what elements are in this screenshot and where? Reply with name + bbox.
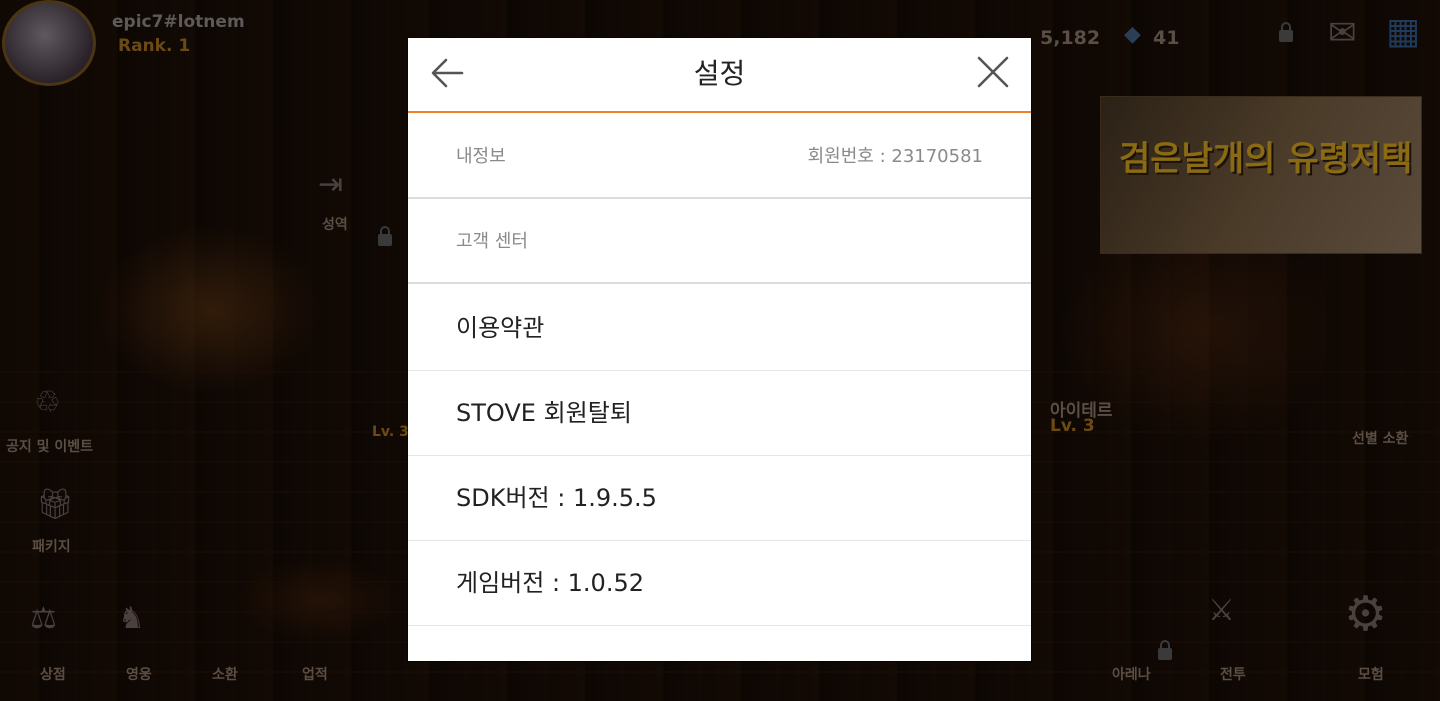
sdk-version-label: SDK버전 : 1.9.5.5 [456, 484, 657, 512]
sanctuary-label[interactable]: 성역 [322, 214, 348, 234]
stove-withdraw-label: STOVE 회원탈퇴 [456, 399, 632, 427]
crystal-icon: ◆ [1124, 22, 1141, 47]
menu-achievement[interactable]: 업적 [302, 664, 328, 684]
lock-icon [1279, 22, 1293, 42]
aither-level: Lv. 3 [1050, 416, 1095, 436]
close-button[interactable] [968, 52, 1016, 100]
my-info-label: 내정보 [456, 146, 506, 167]
sanctuary-lock-icon [378, 226, 392, 246]
adventure-icon: ⚙ [1344, 586, 1388, 642]
menu-hero[interactable]: 영웅 [126, 664, 152, 684]
menu-adventure[interactable]: 모험 [1358, 664, 1384, 684]
member-number: 회원번호 : 23170581 [807, 146, 983, 167]
terms-row[interactable]: 이용약관 [408, 286, 1031, 371]
hero-icon: ♞ [118, 601, 145, 636]
gift-icon: 🎁︎ [36, 487, 75, 522]
notice-label[interactable]: 공지 및 이벤트 [6, 436, 93, 456]
game-version-row: 게임버전 : 1.0.52 [408, 541, 1031, 626]
customer-center-row[interactable]: 고객 센터 [408, 200, 1031, 284]
game-version-label: 게임버전 : 1.0.52 [456, 569, 644, 597]
player-name: epic7#lotnem [112, 12, 245, 32]
mail-icon[interactable]: ✉ [1328, 16, 1357, 50]
my-info-row[interactable]: 내정보 회원번호 : 23170581 [408, 115, 1031, 199]
arena-lock-icon [1158, 640, 1172, 660]
battle-icon: ⚔ [1208, 593, 1235, 628]
menu-shop[interactable]: 상점 [40, 664, 66, 684]
notice-icon: ♲ [34, 385, 61, 420]
close-icon [977, 56, 1009, 88]
sdk-version-row: SDK버전 : 1.9.5.5 [408, 456, 1031, 541]
player-rank: Rank. 1 [118, 36, 191, 56]
menu-summon[interactable]: 소환 [212, 664, 238, 684]
terms-label: 이용약관 [456, 314, 545, 342]
menu-battle[interactable]: 전투 [1220, 664, 1246, 684]
settings-modal: 설정 내정보 회원번호 : 23170581 고객 센터 이용약관 STOVE … [408, 38, 1031, 661]
modal-title: 설정 [693, 57, 746, 90]
stove-withdraw-row[interactable]: STOVE 회원탈퇴 [408, 371, 1031, 456]
summon-label[interactable]: 선별 소환 [1352, 428, 1408, 448]
player-avatar[interactable] [2, 0, 96, 86]
modal-header: 설정 [408, 38, 1031, 113]
banner-title: 검은날개의 유령저택 [1119, 139, 1413, 179]
crystal-amount: 41 [1153, 27, 1180, 49]
menu-arena[interactable]: 아레나 [1112, 664, 1151, 684]
currency-amount: 5,182 [1040, 27, 1101, 49]
event-banner[interactable]: 검은날개의 유령저택 [1100, 96, 1422, 254]
package-label[interactable]: 패키지 [32, 536, 71, 556]
signpost-icon: ⇥ [318, 167, 344, 202]
menu-grid-icon[interactable]: ▦ [1386, 14, 1420, 50]
character-level: Lv. 3 [372, 424, 409, 440]
shop-icon: ⚖ [30, 601, 57, 636]
customer-center-label: 고객 센터 [456, 231, 528, 252]
